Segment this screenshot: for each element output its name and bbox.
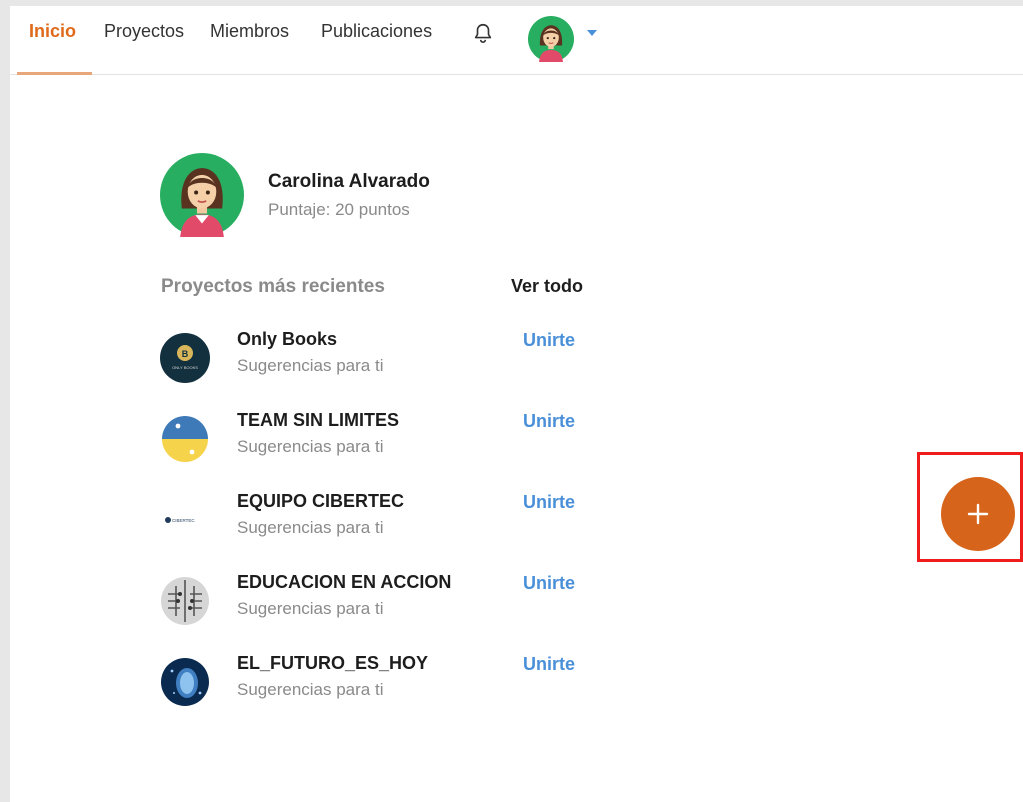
project-name: TEAM SIN LIMITES	[237, 410, 399, 430]
section-title: Proyectos más recientes	[161, 276, 385, 297]
project-row: EL_FUTURO_ES_HOY Sugerencias para ti Uni…	[160, 653, 600, 715]
profile-avatar	[160, 153, 244, 237]
profile-score: Puntaje: 20 puntos	[268, 200, 410, 219]
see-all-link[interactable]: Ver todo	[511, 276, 583, 297]
bell-icon[interactable]	[472, 22, 494, 44]
project-subtitle: Sugerencias para ti	[237, 680, 384, 699]
nav-item-publicaciones[interactable]: Publicaciones	[321, 21, 432, 42]
join-button[interactable]: Unirte	[523, 654, 575, 675]
join-button[interactable]: Unirte	[523, 573, 575, 594]
join-button[interactable]: Unirte	[523, 492, 575, 513]
project-subtitle: Sugerencias para ti	[237, 518, 384, 537]
nav-item-inicio[interactable]: Inicio	[29, 21, 76, 42]
only-books-logo: B ONLY BOOKS	[160, 333, 210, 383]
project-row: B ONLY BOOKS Only Books Sugerencias para…	[160, 329, 600, 391]
add-project-button[interactable]	[941, 477, 1015, 551]
nav-item-miembros[interactable]: Miembros	[210, 21, 289, 42]
top-navigation: Inicio Proyectos Miembros Publicaciones	[10, 6, 1023, 75]
profile-name: Carolina Alvarado	[268, 171, 430, 192]
project-name: EDUCACION EN ACCION	[237, 572, 452, 592]
futuristic-face-logo	[161, 658, 209, 706]
project-row: CIBERTEC EQUIPO CIBERTEC Sugerencias par…	[160, 491, 600, 553]
active-tab-indicator	[17, 72, 92, 75]
svg-text:CIBERTEC: CIBERTEC	[172, 518, 195, 523]
svg-text:ONLY BOOKS: ONLY BOOKS	[172, 365, 198, 370]
user-avatar[interactable]	[528, 16, 574, 62]
project-row: EDUCACION EN ACCION Sugerencias para ti …	[160, 572, 600, 634]
project-subtitle: Sugerencias para ti	[237, 599, 384, 618]
nav-item-proyectos[interactable]: Proyectos	[104, 21, 184, 42]
plus-icon	[967, 503, 989, 525]
project-row: TEAM SIN LIMITES Sugerencias para ti Uni…	[160, 410, 600, 472]
project-name: Only Books	[237, 329, 338, 349]
project-name: EQUIPO CIBERTEC	[237, 491, 405, 511]
python-logo	[162, 416, 208, 462]
cibertec-logo: CIBERTEC	[165, 517, 195, 523]
join-button[interactable]: Unirte	[523, 330, 575, 351]
project-subtitle: Sugerencias para ti	[237, 356, 384, 375]
project-subtitle: Sugerencias para ti	[237, 437, 384, 456]
circuit-brain-logo	[161, 577, 209, 625]
join-button[interactable]: Unirte	[523, 411, 575, 432]
project-name: EL_FUTURO_ES_HOY	[237, 653, 429, 673]
app-page: Inicio Proyectos Miembros Publicaciones	[10, 6, 1023, 802]
svg-text:B: B	[182, 349, 189, 359]
caret-down-icon[interactable]	[586, 28, 598, 38]
